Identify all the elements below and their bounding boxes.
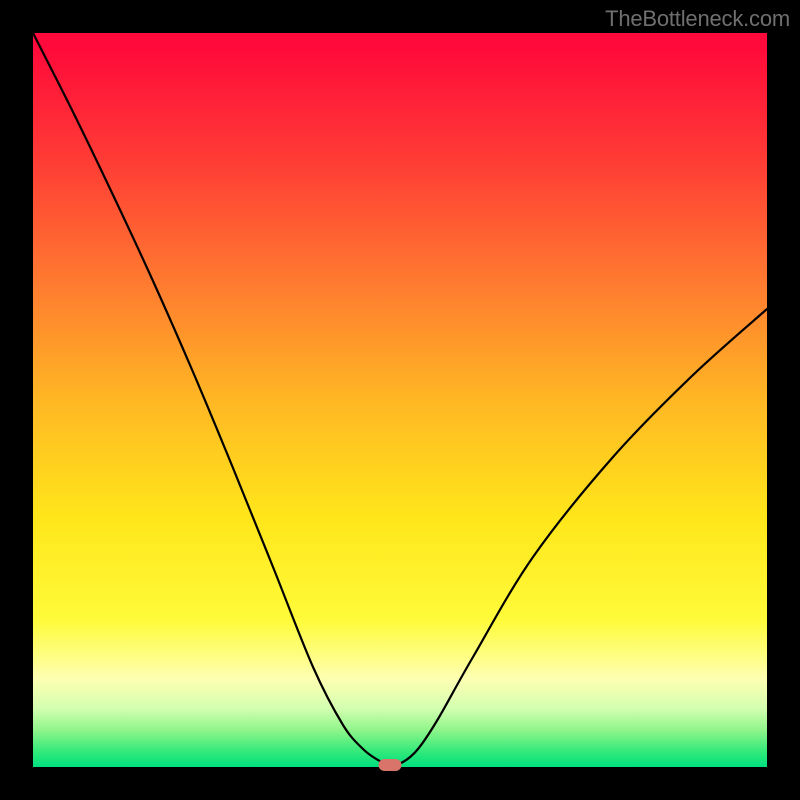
bottleneck-curve (33, 33, 767, 767)
optimal-point-marker (379, 759, 402, 771)
chart-frame: TheBottleneck.com (0, 0, 800, 800)
watermark-text: TheBottleneck.com (605, 6, 790, 32)
plot-area (33, 33, 767, 767)
